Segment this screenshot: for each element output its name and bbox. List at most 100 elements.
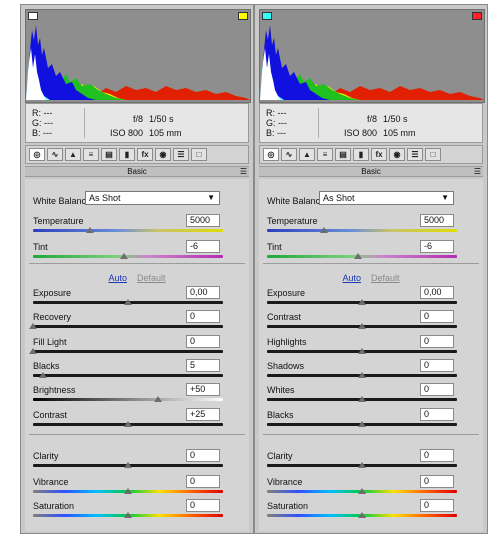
vibrance-value-field[interactable]: 0 — [186, 475, 220, 488]
white-balance-dropdown[interactable]: As Shot ▼ — [85, 191, 220, 205]
recovery-slider-thumb[interactable] — [29, 323, 37, 329]
tint-slider-thumb[interactable] — [120, 253, 129, 259]
clarity-slider-thumb[interactable] — [124, 462, 132, 468]
tint-value-field[interactable]: -6 — [420, 240, 454, 253]
highlights-slider-thumb[interactable] — [358, 348, 366, 354]
basic-icon[interactable]: ◎ — [29, 148, 45, 161]
vibrance-label: Vibrance — [33, 477, 69, 487]
section-divider — [263, 263, 479, 264]
r-value: --- — [277, 108, 287, 118]
panel-menu-icon[interactable]: ☰ — [240, 167, 247, 176]
section-header: Basic ☰ — [259, 166, 483, 177]
effects-icon[interactable]: fx — [137, 148, 153, 161]
whites-value-field[interactable]: 0 — [420, 383, 454, 396]
temperature-value-field[interactable]: 5000 — [420, 214, 454, 227]
clarity-label: Clarity — [33, 451, 59, 461]
saturation-label: Saturation — [267, 501, 309, 511]
clarity-value-field[interactable]: 0 — [186, 449, 220, 462]
shadows-slider-thumb[interactable] — [358, 372, 366, 378]
highlight-clipping-warning-icon[interactable] — [238, 12, 248, 20]
split-toning-icon[interactable]: ▤ — [335, 148, 351, 161]
temperature-slider-thumb[interactable] — [86, 227, 94, 233]
contrast-value-field[interactable]: +25 — [186, 408, 220, 421]
info-divider — [84, 108, 85, 138]
split-toning-icon[interactable]: ▤ — [101, 148, 117, 161]
saturation-slider-thumb[interactable] — [124, 512, 132, 518]
blacks-value-field[interactable]: 0 — [420, 408, 454, 421]
blacks-label: Blacks — [267, 410, 294, 420]
blacks-slider-track[interactable] — [33, 374, 223, 377]
contrast-slider-thumb[interactable] — [358, 323, 366, 329]
recovery-value-field[interactable]: 0 — [186, 310, 220, 323]
detail-icon[interactable]: ▲ — [65, 148, 81, 161]
temperature-value-field[interactable]: 5000 — [186, 214, 220, 227]
brightness-label: Brightness — [33, 385, 76, 395]
fill-light-value-field[interactable]: 0 — [186, 335, 220, 348]
vibrance-slider-thumb[interactable] — [358, 488, 366, 494]
presets-icon[interactable]: ☰ — [407, 148, 423, 161]
tone-curve-icon[interactable]: ∿ — [281, 148, 297, 161]
brightness-value-field[interactable]: +50 — [186, 383, 220, 396]
exposure-label: Exposure — [267, 288, 306, 298]
vibrance-label: Vibrance — [267, 477, 303, 487]
saturation-slider-thumb[interactable] — [358, 512, 366, 518]
exposure-info: f/8 1/50 s ISO 800 105 mm — [101, 112, 182, 140]
default-link[interactable]: Default — [137, 273, 166, 283]
recovery-slider-track[interactable] — [33, 325, 223, 328]
presets-icon[interactable]: ☰ — [173, 148, 189, 161]
default-link[interactable]: Default — [371, 273, 400, 283]
shadows-value-field[interactable]: 0 — [420, 359, 454, 372]
contrast-slider-thumb[interactable] — [124, 421, 132, 427]
camera-calibration-icon[interactable]: ◉ — [155, 148, 171, 161]
rgb-readout: R: --- G: --- B: --- — [32, 108, 53, 138]
white-balance-dropdown[interactable]: As Shot ▼ — [319, 191, 454, 205]
saturation-value-field[interactable]: 0 — [420, 499, 454, 512]
blacks-value-field[interactable]: 5 — [186, 359, 220, 372]
brightness-slider-track[interactable] — [33, 398, 223, 401]
brightness-slider-thumb[interactable] — [154, 396, 163, 402]
exposure-slider-thumb[interactable] — [124, 299, 132, 305]
contrast-value-field[interactable]: 0 — [420, 310, 454, 323]
effects-icon[interactable]: fx — [371, 148, 387, 161]
b-value: --- — [43, 128, 53, 138]
clarity-slider-thumb[interactable] — [358, 462, 366, 468]
white-balance-value: As Shot — [89, 193, 121, 203]
clarity-value-field[interactable]: 0 — [420, 449, 454, 462]
vibrance-slider-thumb[interactable] — [124, 488, 132, 494]
highlights-value-field[interactable]: 0 — [420, 335, 454, 348]
snapshots-icon[interactable]: □ — [191, 148, 207, 161]
temperature-slider-track[interactable] — [33, 229, 223, 232]
lens-corrections-icon[interactable]: ▮ — [353, 148, 369, 161]
highlight-clipping-warning-icon[interactable] — [472, 12, 482, 20]
exposure-value-field[interactable]: 0,00 — [186, 286, 220, 299]
exposure-row-2: ISO 800 105 mm — [101, 126, 182, 140]
fill-light-slider-thumb[interactable] — [29, 348, 37, 354]
whites-slider-thumb[interactable] — [358, 396, 366, 402]
exposure-value-field[interactable]: 0,00 — [420, 286, 454, 299]
shadow-clipping-warning-icon[interactable] — [28, 12, 38, 20]
temperature-slider-thumb[interactable] — [320, 227, 328, 233]
blacks-slider-thumb[interactable] — [38, 372, 47, 378]
tint-slider-thumb[interactable] — [354, 253, 363, 259]
detail-icon[interactable]: ▲ — [299, 148, 315, 161]
exposure-slider-thumb[interactable] — [358, 299, 366, 305]
auto-link[interactable]: Auto — [342, 273, 361, 283]
vibrance-value-field[interactable]: 0 — [420, 475, 454, 488]
lens-corrections-icon[interactable]: ▮ — [119, 148, 135, 161]
histogram-graph — [26, 25, 250, 100]
tone-curve-icon[interactable]: ∿ — [47, 148, 63, 161]
hsl-icon[interactable]: ≡ — [317, 148, 333, 161]
fill-light-slider-track[interactable] — [33, 350, 223, 353]
temperature-slider-track[interactable] — [267, 229, 457, 232]
shadow-clipping-warning-icon[interactable] — [262, 12, 272, 20]
blacks-slider-thumb[interactable] — [358, 421, 366, 427]
auto-link[interactable]: Auto — [108, 273, 127, 283]
panel-menu-icon[interactable]: ☰ — [474, 167, 481, 176]
b-value: --- — [277, 128, 287, 138]
hsl-icon[interactable]: ≡ — [83, 148, 99, 161]
saturation-value-field[interactable]: 0 — [186, 499, 220, 512]
tint-value-field[interactable]: -6 — [186, 240, 220, 253]
basic-icon[interactable]: ◎ — [263, 148, 279, 161]
snapshots-icon[interactable]: □ — [425, 148, 441, 161]
camera-calibration-icon[interactable]: ◉ — [389, 148, 405, 161]
